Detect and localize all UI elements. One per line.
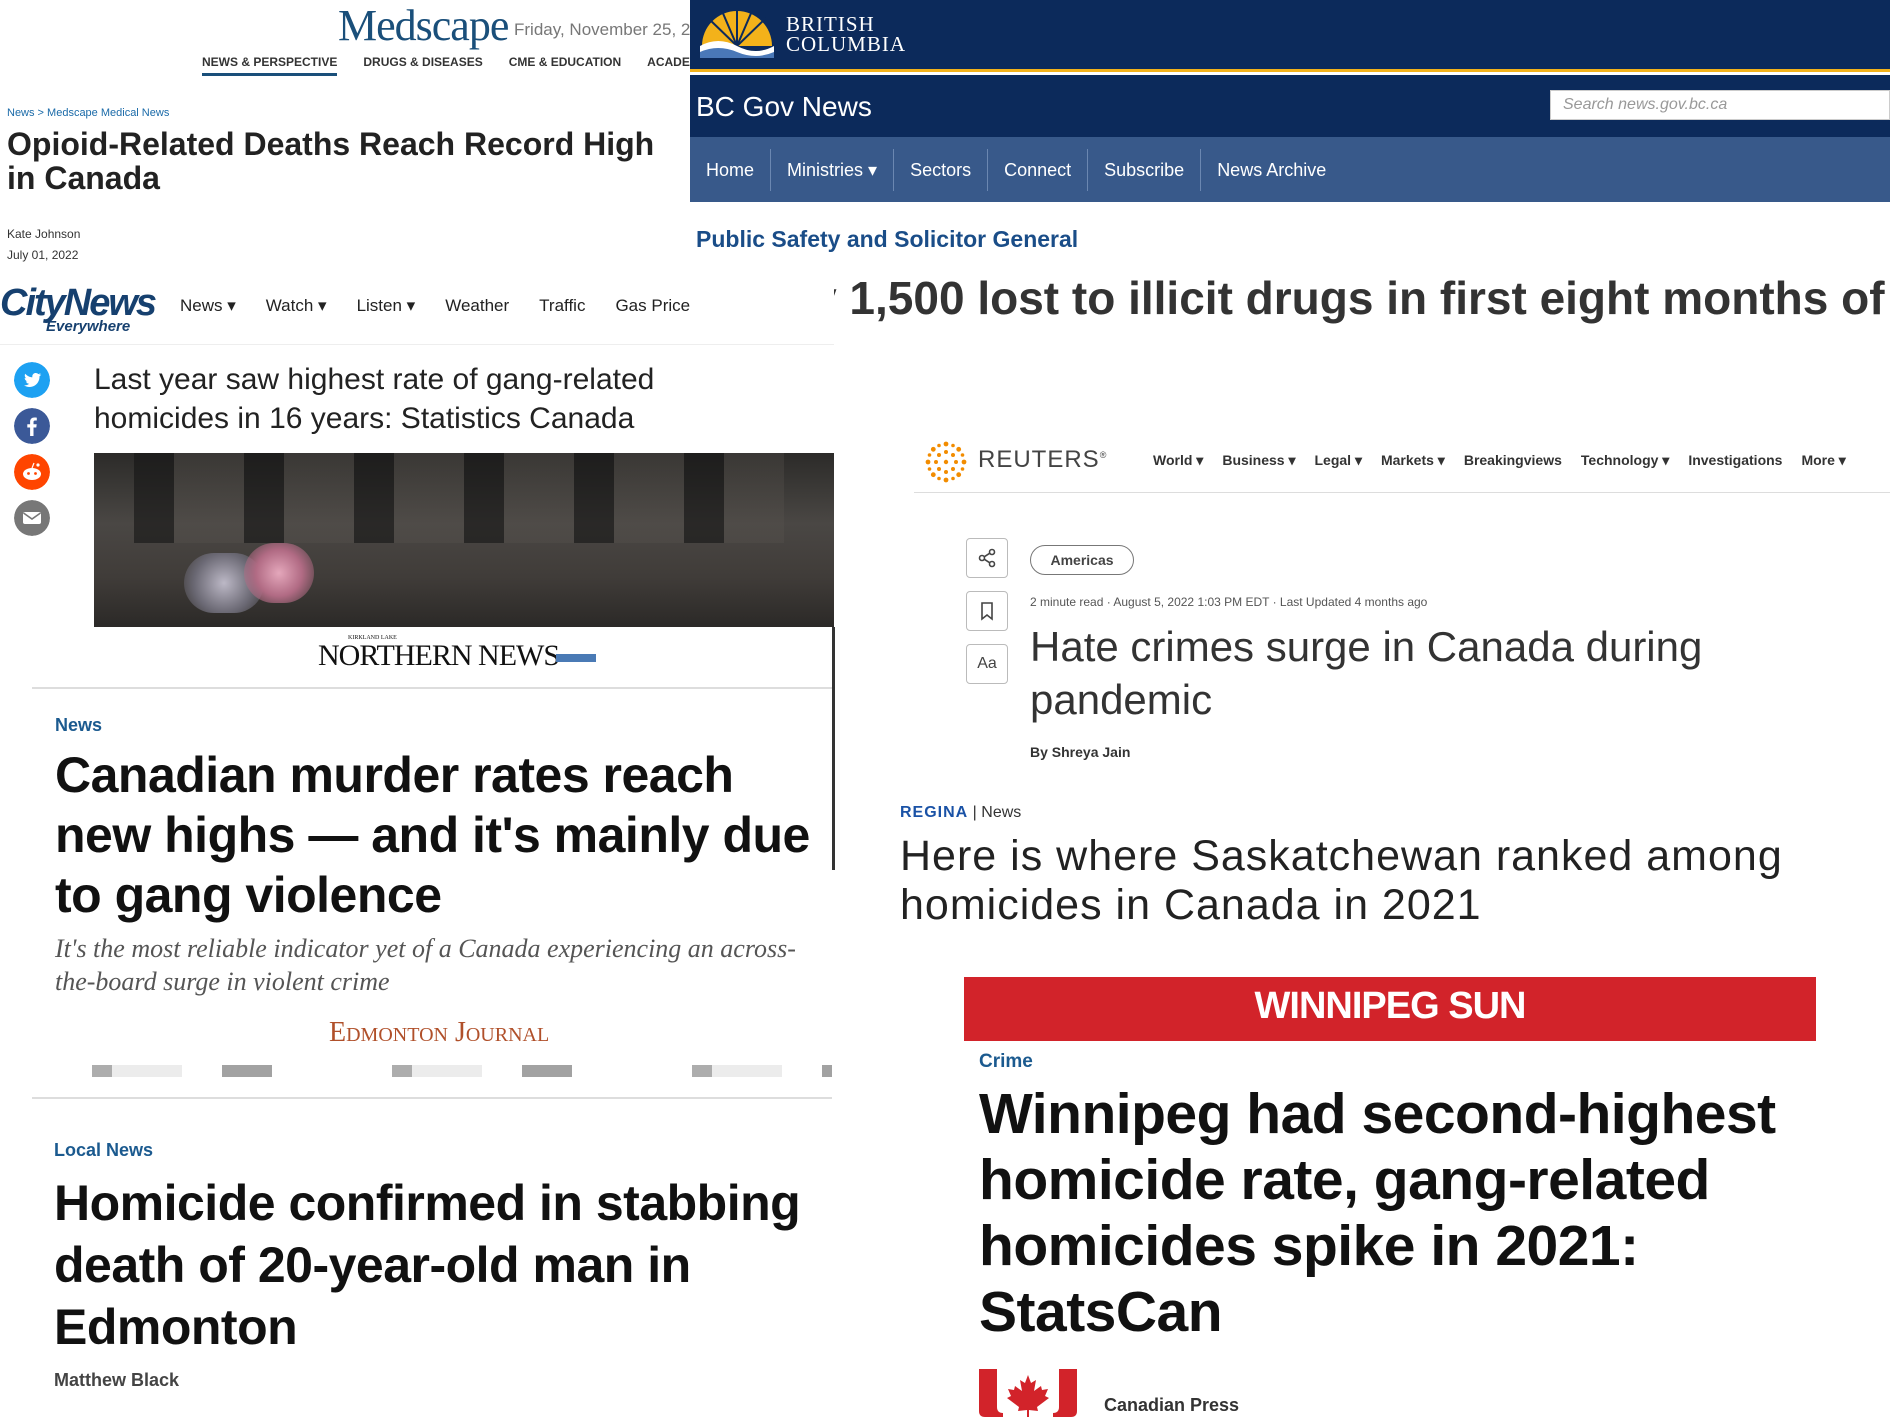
registered-mark: ®	[1099, 450, 1108, 460]
local-news-article-clip: Local News Homicide confirmed in stabbin…	[32, 1100, 834, 1417]
medscape-date: Friday, November 25, 2022	[514, 20, 719, 39]
menu-gas-prices[interactable]: Gas Prices	[615, 296, 690, 316]
search-input[interactable]: Search news.gov.bc.ca	[1550, 90, 1890, 120]
article-title: Opioid-Related Deaths Reach Record High …	[7, 126, 655, 196]
article-title[interactable]: Last year saw highest rate of gang-relat…	[94, 360, 704, 438]
winnipeg-sun-logo[interactable]: WINNIPEG SUN	[964, 985, 1816, 1028]
citynews-article-clip: CityNews Everywhere News ▾ Watch ▾ Liste…	[0, 272, 834, 632]
bc-province-name: BRITISH COLUMBIA	[786, 12, 907, 56]
share-button[interactable]	[966, 538, 1008, 578]
article-title: Nearly 1,500 lost to illicit drugs in fi…	[696, 272, 1885, 370]
tag-pill[interactable]: Americas	[1030, 545, 1134, 575]
menu-home[interactable]: Home	[690, 148, 772, 191]
edmonton-journal-logo[interactable]: Edmonton Journal	[329, 1017, 549, 1049]
article-date: July 01, 2022	[7, 248, 79, 262]
citynews-logo[interactable]: CityNews Everywhere	[0, 282, 157, 335]
medscape-article-clip: Medscape Friday, November 25, 2022 NEWS …	[0, 0, 719, 272]
cropped-related-strip	[32, 1065, 832, 1077]
northern-news-badge	[555, 654, 596, 663]
province-line-2: COLUMBIA	[786, 32, 907, 56]
twitter-icon[interactable]	[14, 362, 50, 398]
menu-weather[interactable]: Weather	[445, 296, 509, 316]
reuters-brand-text: REUTERS	[978, 446, 1100, 473]
menu-legal[interactable]: Legal ▾	[1315, 452, 1362, 469]
nav-drugs-diseases[interactable]: DRUGS & DISEASES	[363, 55, 482, 76]
nav-cme-education[interactable]: CME & EDUCATION	[509, 55, 621, 76]
bcgov-brand[interactable]: BC Gov News	[696, 91, 872, 123]
menu-markets[interactable]: Markets ▾	[1381, 452, 1445, 469]
reuters-logo-icon[interactable]	[922, 438, 970, 486]
facebook-icon[interactable]	[14, 408, 50, 444]
menu-traffic[interactable]: Traffic	[539, 296, 585, 316]
menu-sectors[interactable]: Sectors	[894, 148, 989, 191]
bookmark-button[interactable]	[966, 591, 1008, 631]
medscape-nav: NEWS & PERSPECTIVE DRUGS & DISEASES CME …	[202, 55, 708, 76]
menu-subscribe[interactable]: Subscribe	[1088, 148, 1202, 191]
article-title[interactable]: Here is where Saskatchewan ranked among …	[900, 832, 1890, 930]
bc-sun-logo-icon[interactable]	[698, 6, 776, 58]
share-icon	[978, 548, 996, 568]
article-title[interactable]: Canadian murder rates reach new highs — …	[55, 745, 835, 925]
menu-ministries[interactable]: Ministries ▾	[771, 148, 895, 191]
canadian-press-logo-icon	[979, 1369, 1077, 1417]
article-category[interactable]: Public Safety and Solicitor General	[696, 226, 1078, 253]
outlet-name[interactable]: REGINA	[900, 804, 968, 821]
menu-technology[interactable]: Technology ▾	[1581, 452, 1669, 469]
northern-news-logo-text: NORTHERN NEWS	[318, 639, 560, 672]
article-meta: 2 minute read · August 5, 2022 1:03 PM E…	[1030, 595, 1428, 609]
medscape-logo[interactable]: Medscape	[338, 0, 509, 51]
divider	[0, 344, 834, 345]
bcgov-article: Public Safety and Solicitor General Near…	[690, 202, 1890, 402]
reuters-menu: World ▾ Business ▾ Legal ▾ Markets ▾ Bre…	[1153, 452, 1846, 469]
article-dek: It's the most reliable indicator yet of …	[55, 934, 796, 996]
reuters-wordmark[interactable]: REUTERS®	[978, 446, 1107, 474]
outlet-kicker: REGINA | News	[900, 804, 1021, 822]
northern-news-logo[interactable]: KIRKLAND LAKE NORTHERN NEWS	[318, 635, 596, 673]
article-title[interactable]: Homicide confirmed in stabbing death of …	[54, 1172, 844, 1358]
article-byline[interactable]: Canadian Press	[1104, 1395, 1239, 1416]
reuters-article-clip: REUTERS® World ▾ Business ▾ Legal ▾ Mark…	[900, 402, 1890, 782]
menu-connect[interactable]: Connect	[988, 148, 1089, 191]
winnipeg-sun-article-clip: WINNIPEG SUN Crime Winnipeg had second-h…	[964, 977, 1816, 1417]
bcgov-menu: Home Ministries ▾ Sectors Connect Subscr…	[690, 137, 1342, 202]
article-title: Hate crimes surge in Canada during pande…	[1030, 623, 1703, 723]
text-size-button[interactable]: Aa	[966, 644, 1008, 684]
menu-investigations[interactable]: Investigations	[1688, 452, 1782, 469]
regina-article-clip: REGINA | News Here is where Saskatchewan…	[900, 782, 1890, 942]
northern-news-article-clip: KIRKLAND LAKE NORTHERN NEWS News Canadia…	[32, 627, 835, 1099]
citynews-menu: News ▾ Watch ▾ Listen ▾ Weather Traffic …	[180, 296, 690, 316]
article-byline[interactable]: By Shreya Jain	[1030, 744, 1130, 760]
kicker-separator: |	[968, 804, 982, 821]
photo-detail	[244, 543, 314, 603]
province-line-1: BRITISH	[786, 12, 875, 36]
article-photo[interactable]	[94, 453, 834, 630]
menu-more[interactable]: More ▾	[1801, 452, 1845, 469]
menu-breakingviews[interactable]: Breakingviews	[1464, 452, 1562, 469]
reddit-icon[interactable]	[14, 454, 50, 490]
menu-listen[interactable]: Listen ▾	[357, 296, 416, 316]
article-author[interactable]: Matthew Black	[54, 1370, 179, 1391]
breadcrumb[interactable]: News > Medscape Medical News	[7, 107, 169, 119]
section-label[interactable]: Local News	[54, 1140, 153, 1161]
article-author[interactable]: Kate Johnson	[7, 227, 80, 241]
menu-news[interactable]: News ▾	[180, 296, 236, 316]
article-title: Winnipeg had second-highest homicide rat…	[979, 1082, 1776, 1344]
section-label[interactable]: Crime	[979, 1051, 1033, 1073]
bookmark-icon	[981, 601, 993, 621]
menu-world[interactable]: World ▾	[1153, 452, 1203, 469]
bcgov-header: BRITISH COLUMBIA BC Gov News Search news…	[690, 0, 1890, 202]
section-label[interactable]: News	[55, 715, 102, 736]
divider	[32, 1097, 832, 1099]
section-label[interactable]: News	[981, 804, 1021, 821]
divider	[32, 687, 832, 689]
menu-watch[interactable]: Watch ▾	[266, 296, 327, 316]
nav-news-perspective[interactable]: NEWS & PERSPECTIVE	[202, 55, 338, 76]
email-icon[interactable]	[14, 500, 50, 536]
photo-detail	[134, 453, 784, 543]
citynews-logo-sub: Everywhere	[46, 318, 131, 335]
divider	[914, 492, 1890, 493]
menu-business[interactable]: Business ▾	[1222, 452, 1295, 469]
menu-news-archive[interactable]: News Archive	[1201, 149, 1342, 191]
northern-news-logo-small: KIRKLAND LAKE	[348, 635, 397, 641]
